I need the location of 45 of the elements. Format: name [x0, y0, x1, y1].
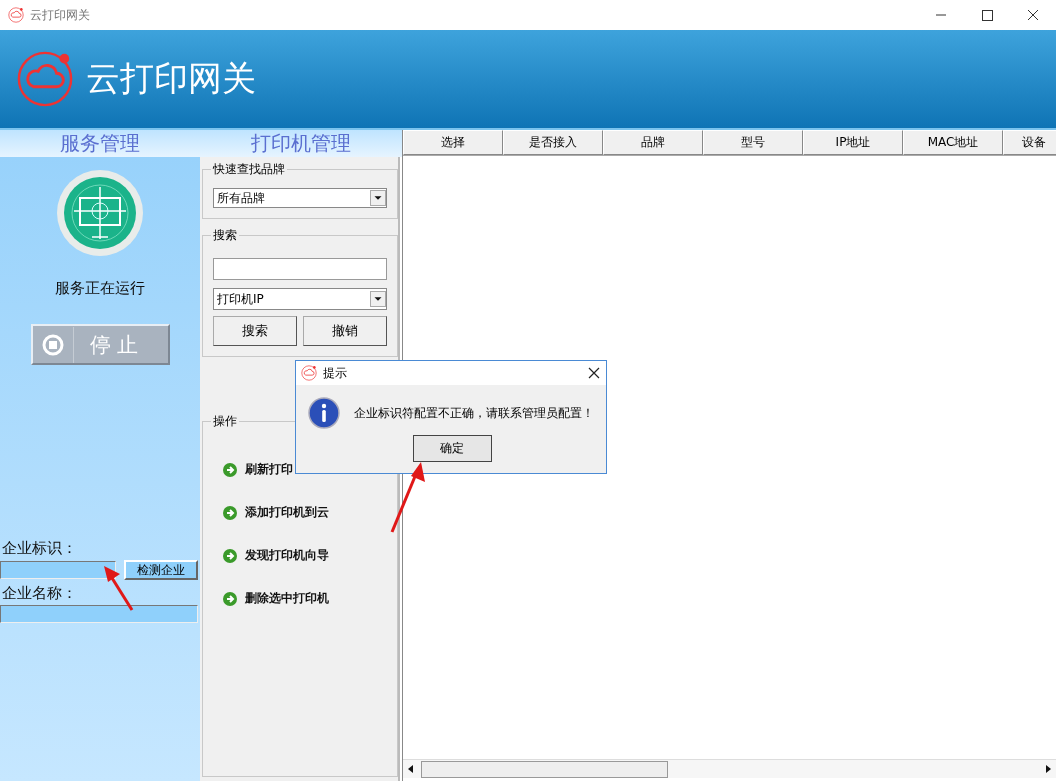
tab[interactable]: 打印机管理	[200, 130, 402, 157]
annotation-arrow	[390, 462, 425, 533]
arrow-right-icon	[223, 548, 237, 563]
brand-dropdown[interactable]: 所有品牌	[213, 188, 387, 208]
dialog-message: 企业标识符配置不正确，请联系管理员配置！	[354, 405, 594, 422]
cloud-logo-icon	[8, 7, 24, 23]
operation-link[interactable]: 添加打印机到云	[213, 491, 335, 534]
cloud-logo-icon	[301, 365, 317, 381]
enterprise-id-field[interactable]	[0, 561, 116, 579]
search-group-button[interactable]: 搜索	[213, 316, 297, 346]
group-title: 搜索	[211, 227, 239, 244]
check-enterprise-button[interactable]: 检测企业	[124, 560, 198, 580]
arrow-right-icon	[223, 591, 237, 606]
ok-button[interactable]: 确定	[412, 435, 492, 462]
arrow-right-icon	[223, 462, 237, 477]
scrollbar-thumb[interactable]	[421, 760, 668, 778]
tab[interactable]: 服务管理	[0, 130, 200, 157]
column-header[interactable]: 型号	[703, 130, 803, 155]
operation-link[interactable]: 删除选中打印机	[213, 577, 335, 620]
search-type-dropdown[interactable]: 打印机IP	[213, 288, 387, 310]
arrow-right-icon	[223, 505, 237, 520]
column-header[interactable]: 品牌	[603, 130, 703, 155]
group-title: 操作	[211, 413, 239, 430]
search-group-button[interactable]: 撤销	[303, 316, 387, 346]
cloud-logo-icon	[16, 50, 74, 108]
service-status: 服务正在运行	[55, 279, 145, 298]
column-header[interactable]: 选择	[403, 130, 503, 155]
column-header[interactable]: 设备	[1003, 130, 1056, 155]
enterprise-name-field[interactable]	[0, 605, 198, 623]
group-title: 快速查找品牌	[211, 161, 287, 178]
caret-icon	[370, 291, 386, 307]
enterprise-id-label: 企业标识：	[1, 538, 78, 559]
dialog-title: 提示	[323, 364, 347, 382]
search-field[interactable]	[213, 258, 387, 280]
info-icon	[308, 397, 340, 429]
enterprise-name-label: 企业名称：	[1, 583, 78, 604]
column-header[interactable]: MAC地址	[903, 130, 1003, 155]
app-name: 云打印网关	[86, 57, 256, 100]
annotation-arrow	[104, 566, 134, 611]
caret-icon	[370, 190, 386, 206]
column-header[interactable]: 是否接入	[503, 130, 603, 155]
monitor-target-icon	[56, 169, 144, 257]
operation-link[interactable]: 发现打印机向导	[213, 534, 335, 577]
window-title: 云打印网关	[30, 6, 90, 24]
column-header[interactable]: IP地址	[803, 130, 903, 155]
